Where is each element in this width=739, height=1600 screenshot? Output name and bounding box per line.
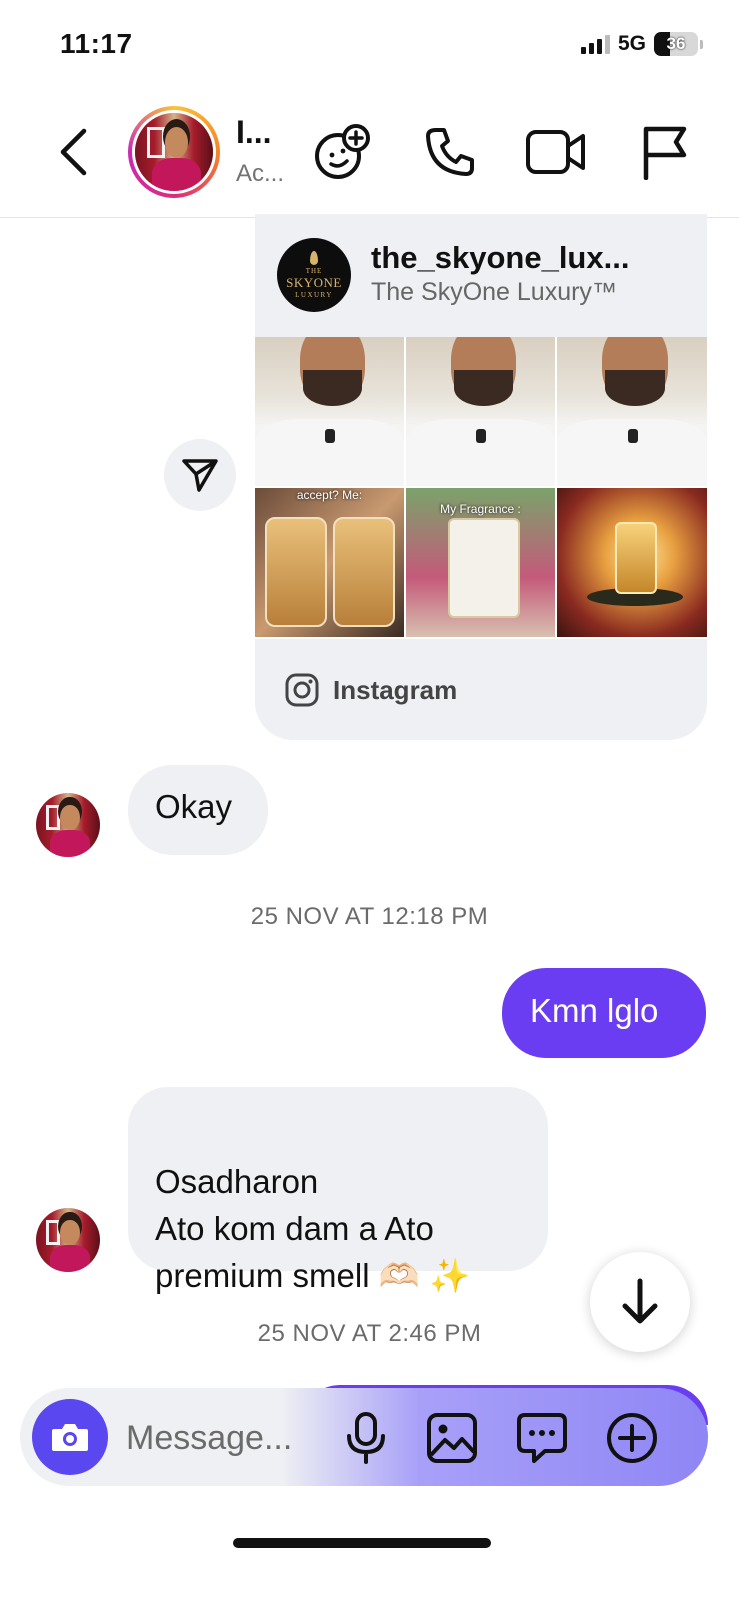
battery-level: 36 [666,34,686,53]
camera-icon [52,1424,88,1451]
sender-avatar[interactable] [36,793,100,857]
card-source-label: Instagram [333,674,458,705]
signal-icon [580,34,610,54]
microphone-icon [347,1412,385,1464]
post-caption: My Fragrance : [440,502,521,516]
home-indicator [233,1538,491,1548]
network-label: 5G [617,32,646,55]
message-text: Kmn lglo [530,992,659,1029]
brand-logo: THE SKYONE LUXURY [277,238,351,312]
gallery-button[interactable] [424,1410,480,1466]
post-thumbnail[interactable]: My Fragrance : [406,488,555,637]
camera-button[interactable] [32,1399,108,1475]
shared-account-name: The SkyOne Luxury™ [371,278,617,306]
forward-button[interactable] [164,439,236,511]
logo-line-1: THE [305,267,323,275]
logo-line-3: LUXURY [295,291,333,299]
effects-button[interactable] [310,120,374,184]
message-text: Osadharon Ato kom dam a Ato premium smel… [155,1163,471,1294]
message-composer [20,1388,708,1486]
chat-header: I... Ac... [0,90,739,218]
battery-icon: 36 [654,32,698,56]
arrow-down-icon [622,1278,658,1324]
chat-bubble-dots-icon [517,1413,567,1463]
instagram-icon [285,673,319,707]
sticker-button[interactable] [514,1410,570,1466]
post-thumbnail[interactable] [557,337,707,486]
paper-plane-icon [182,459,218,492]
more-options-button[interactable] [604,1410,660,1466]
post-grid: accept? Me: My Fragrance : [255,337,707,639]
message-bubble-outgoing[interactable]: Kmn lglo [502,968,706,1058]
post-caption: accept? Me: [296,488,363,502]
message-input[interactable] [126,1416,316,1460]
voice-message-button[interactable] [338,1410,394,1466]
card-footer: Instagram [285,673,457,707]
message-bubble-incoming[interactable]: Okay [128,765,268,855]
logo-line-2: SKYONE [286,275,342,290]
post-thumbnail[interactable]: accept? Me: [255,488,404,637]
video-call-button[interactable] [524,120,588,184]
status-time: 11:17 [60,28,133,59]
message-text: Okay [155,788,233,825]
sender-avatar[interactable] [36,1208,100,1272]
back-button[interactable] [48,124,98,180]
flag-icon [643,126,687,180]
shared-account-handle[interactable]: the_skyone_lux... [371,240,671,276]
message-bubble-incoming[interactable]: Osadharon Ato kom dam a Ato premium smel… [128,1087,548,1294]
plus-circle-icon [607,1413,657,1463]
chevron-left-icon [60,128,87,176]
scroll-to-bottom-button[interactable] [590,1252,690,1352]
post-thumbnail[interactable] [406,337,555,486]
contact-name[interactable]: I... [236,114,296,151]
contact-status: Ac... [236,160,285,187]
phone-icon [426,128,474,176]
status-indicators: 5G 36 [580,32,703,56]
shared-profile-card[interactable]: THE SKYONE LUXURY the_skyone_lux... The … [255,214,707,740]
image-icon [427,1413,477,1463]
status-bar: 11:17 5G 36 [0,0,739,90]
message-timestamp: 25 NOV AT 12:18 PM [250,903,489,930]
video-camera-icon [526,130,585,174]
post-thumbnail[interactable] [557,488,707,637]
contact-avatar[interactable] [128,106,220,198]
post-thumbnail[interactable] [255,337,404,486]
face-plus-icon [315,124,370,179]
audio-call-button[interactable] [418,120,482,184]
report-button[interactable] [632,120,696,184]
